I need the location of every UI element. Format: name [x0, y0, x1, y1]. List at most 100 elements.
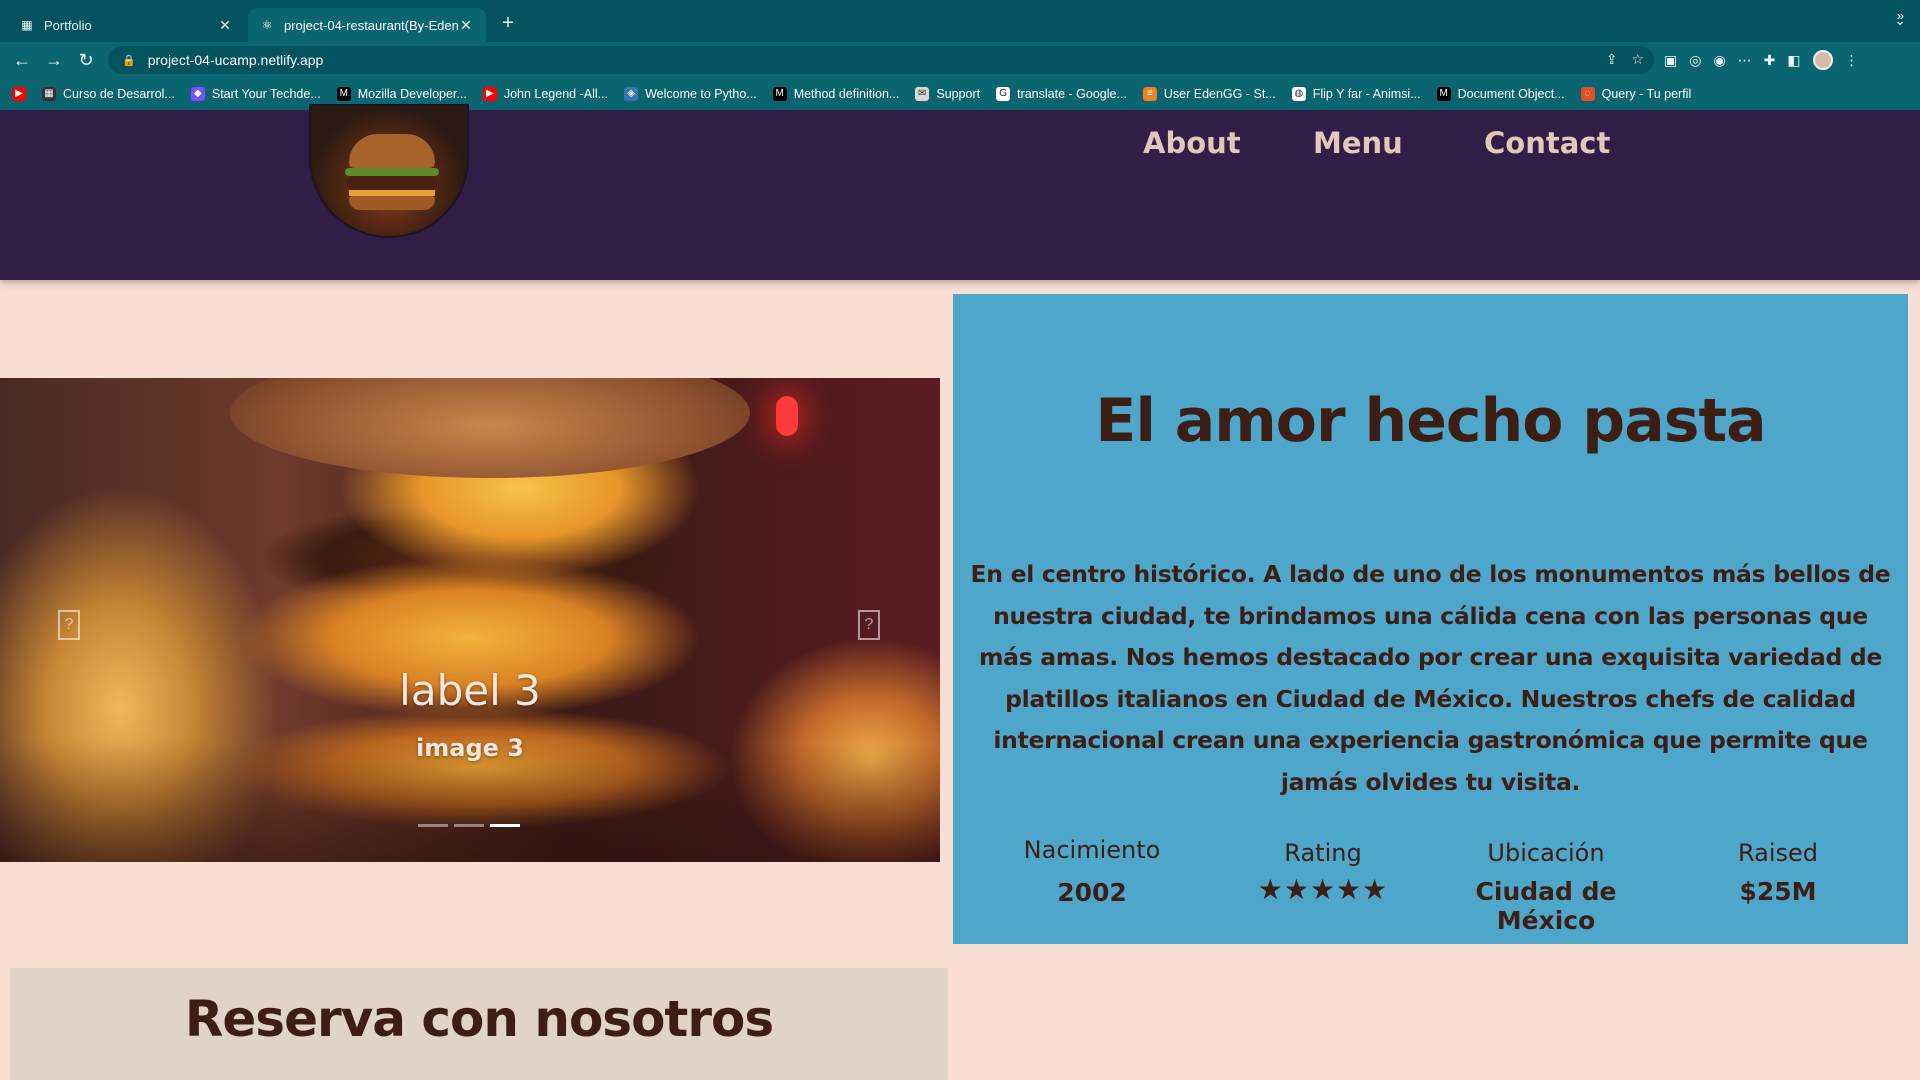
stat-value: $25M	[1739, 877, 1817, 906]
bookmark-label: John Legend -All...	[503, 87, 609, 101]
carousel-indicators	[418, 824, 520, 827]
carousel-red-light	[776, 396, 798, 436]
mdn-icon: M	[772, 87, 787, 101]
address-bar[interactable]: 🔒 project-04-ucamp.netlify.app ⇪ ☆	[108, 46, 1654, 74]
carousel-slide-caption: image 3	[416, 734, 524, 762]
address-url: project-04-ucamp.netlify.app	[147, 52, 324, 68]
browser-tab-strip: ▦ Portfolio ✕ ⚛ project-04-restaurant(By…	[0, 0, 1920, 42]
bookmark-label: Mozilla Developer...	[357, 87, 467, 101]
bookmark-item[interactable]: ▦ Curso de Desarrol...	[42, 87, 175, 101]
bookmark-label: Welcome to Pytho...	[645, 87, 757, 101]
query-icon: ◌	[1580, 87, 1595, 101]
bookmarks-overflow-chevron-icon[interactable]: »	[1897, 8, 1904, 23]
carousel-indicator-1[interactable]	[418, 824, 448, 827]
bookmark-item[interactable]: ◌ Query - Tu perfil	[1580, 87, 1692, 101]
carousel-next-icon[interactable]: ?	[858, 610, 880, 640]
side-panel-icon[interactable]: ◧	[1787, 52, 1800, 69]
stat-label: Rating	[1284, 839, 1362, 867]
bookmark-label: Start Your Techde...	[211, 87, 321, 101]
bookmark-item[interactable]: ▶	[12, 87, 26, 101]
reload-icon[interactable]: ↻	[74, 48, 98, 72]
carousel-prev-icon[interactable]: ?	[58, 610, 80, 640]
mdn-icon: M	[1436, 87, 1451, 101]
bookmark-label: Flip Y far - Animsi...	[1312, 87, 1421, 101]
carousel-burger-bun	[230, 378, 750, 478]
calendar-icon: ▦	[42, 87, 56, 101]
stat-value: 2002	[1057, 878, 1127, 907]
rating-stars-icon: ★★★★★	[1257, 873, 1389, 906]
hero-carousel: ? ? label 3 image 3	[0, 378, 940, 862]
bookmark-item[interactable]: ▶ John Legend -All...	[482, 87, 609, 101]
tab-portfolio[interactable]: ▦ Portfolio ✕	[8, 8, 245, 42]
logo-burger-bottom-bun	[349, 196, 435, 210]
nav-about-link[interactable]: About	[1143, 126, 1241, 160]
bookmark-item[interactable]: M Document Object...	[1436, 87, 1565, 101]
browser-toolbar: ← → ↻ 🔒 project-04-ucamp.netlify.app ⇪ ☆…	[0, 42, 1920, 78]
close-icon[interactable]: ✕	[458, 17, 474, 34]
tab-restaurant[interactable]: ⚛ project-04-restaurant(By-EdenGG) ✕	[248, 8, 486, 42]
extension-screen-icon[interactable]: ▣	[1664, 52, 1677, 69]
google-icon: G	[996, 87, 1011, 101]
restaurant-logo[interactable]	[309, 104, 469, 238]
extensions-puzzle-icon[interactable]: ✚	[1764, 52, 1776, 69]
bookmark-item[interactable]: ◍ Flip Y far - Animsi...	[1291, 87, 1421, 101]
mdn-icon: M	[336, 87, 351, 101]
globe-icon: ◍	[1291, 87, 1306, 101]
youtube-icon: ▶	[12, 87, 26, 101]
back-arrow-icon[interactable]: ←	[10, 48, 34, 72]
omnibox-actions: ⇪ ☆	[1606, 51, 1644, 68]
carousel-slide-label: label 3	[399, 666, 541, 715]
logo-burger-bun	[349, 134, 435, 168]
lock-icon: 🔒	[122, 54, 136, 67]
stat-value: Ciudad de México	[1475, 877, 1617, 935]
bookmark-star-icon[interactable]: ☆	[1631, 51, 1644, 68]
new-tab-plus-icon[interactable]: +	[496, 12, 520, 35]
stat-rating: Rating ★★★★★	[1213, 839, 1433, 906]
profile-avatar[interactable]	[1812, 50, 1833, 70]
bookmark-item[interactable]: ◈ Welcome to Pytho...	[624, 87, 757, 101]
bookmarks-bar: ▶ ▦ Curso de Desarrol... ◆ Start Your Techde…	[0, 78, 1920, 110]
bookmark-item[interactable]: M Method definition...	[772, 87, 900, 101]
extension-target-icon[interactable]: ◎	[1689, 52, 1701, 69]
bookmark-label: translate - Google...	[1017, 87, 1127, 101]
extension-blue-icon[interactable]: ◉	[1713, 52, 1725, 69]
about-title: El amor hecho pasta	[1095, 386, 1766, 456]
stat-label: Raised	[1737, 839, 1819, 867]
tab-title: Portfolio	[44, 17, 92, 33]
python-icon: ◈	[624, 87, 639, 101]
colorful-logo-icon: ◆	[190, 87, 205, 101]
support-icon: ✉	[915, 87, 930, 101]
reservation-title: Reserva con nosotros	[184, 990, 774, 1048]
share-icon[interactable]: ⇪	[1606, 51, 1618, 68]
extensions-area: ▣ ◎ ◉ ⋯ ✚ ◧ ⋮	[1664, 50, 1859, 70]
logo-burger-lettuce	[345, 168, 439, 176]
browser-menu-icon[interactable]: ⋮	[1845, 52, 1859, 69]
forward-arrow-icon[interactable]: →	[42, 48, 66, 72]
bookmark-label: Support	[936, 87, 981, 101]
bookmark-label: Curso de Desarrol...	[63, 87, 175, 101]
bookmark-label: User EdenGG - St...	[1163, 87, 1276, 101]
bookmark-item[interactable]: Gtranslate - Google...	[996, 87, 1127, 101]
carousel-indicator-2[interactable]	[454, 824, 484, 827]
about-description: En el centro histórico. A lado de uno de…	[970, 560, 1891, 796]
stat-raised: Raised $25M	[1668, 839, 1888, 906]
site-header: About Menu Contact	[0, 104, 1920, 280]
stat-label: Nacimiento	[1023, 836, 1161, 864]
tab-title: project-04-restaurant(By-EdenGG)	[284, 17, 458, 33]
bookmark-label: Query - Tu perfil	[1601, 87, 1692, 101]
nav-contact-link[interactable]: Contact	[1484, 126, 1610, 160]
close-icon[interactable]: ✕	[217, 17, 233, 34]
bookmark-item[interactable]: ✉ Support	[915, 87, 980, 101]
stackoverflow-icon: ≡	[1142, 87, 1157, 101]
stat-nacimiento: Nacimiento 2002	[982, 836, 1202, 907]
bookmark-item[interactable]: ≡ User EdenGG - St...	[1142, 87, 1276, 101]
bookmark-label: Method definition...	[793, 87, 900, 101]
extension-dots-icon[interactable]: ⋯	[1738, 52, 1752, 69]
bookmark-item[interactable]: ◆ Start Your Techde...	[190, 87, 321, 101]
stat-label: Ubicación	[1487, 839, 1605, 867]
bookmark-item[interactable]: M Mozilla Developer...	[336, 87, 467, 101]
nav-menu-link[interactable]: Menu	[1313, 126, 1403, 160]
youtube-icon: ▶	[482, 87, 497, 101]
logo-burger-patty	[347, 176, 437, 190]
carousel-indicator-3[interactable]	[490, 824, 520, 827]
